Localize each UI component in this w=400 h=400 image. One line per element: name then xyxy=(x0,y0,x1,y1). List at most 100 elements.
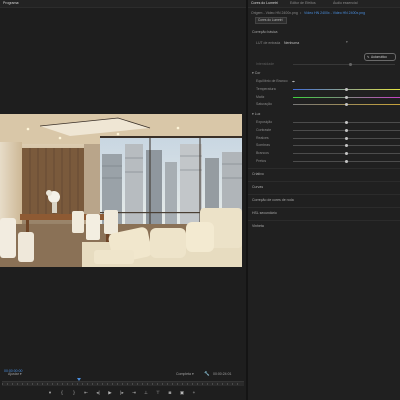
slider-knob[interactable] xyxy=(345,121,348,124)
intensity-knob[interactable] xyxy=(349,63,352,66)
section-divider xyxy=(248,181,400,182)
slider-knob[interactable] xyxy=(345,152,348,156)
mark-out-button[interactable]: } xyxy=(70,389,78,397)
effect-select-box[interactable]: Cores do Lumetri xyxy=(255,17,287,24)
monitor-time-ruler[interactable] xyxy=(2,381,244,386)
monitor-tab-bar: Programa ≡ xyxy=(0,0,246,8)
ruler-tick xyxy=(72,383,73,385)
play-button[interactable]: ▶ xyxy=(106,389,114,397)
ruler-tick xyxy=(167,383,168,385)
slider-knob[interactable] xyxy=(345,136,348,140)
section-header[interactable]: Correção de cores de roda xyxy=(252,198,294,202)
slider-knob[interactable] xyxy=(345,128,348,132)
transport-controls: ▾ {} ⇤ ◂| ▶ |▸ ⇥ ⊥ ⊤ ◙ ▣ + xyxy=(46,389,226,397)
step-forward-button[interactable]: |▸ xyxy=(118,389,126,397)
basic-correction-header[interactable]: Correção básica xyxy=(252,30,277,34)
ruler-tick xyxy=(52,383,53,385)
slider-knob[interactable] xyxy=(345,95,348,99)
ruler-tick xyxy=(177,383,178,385)
ruler-tick xyxy=(17,383,18,385)
ruler-tick xyxy=(12,383,13,385)
fit-value: Ajustar xyxy=(8,371,19,376)
slider-track[interactable] xyxy=(293,88,400,91)
step-back-button[interactable]: ◂| xyxy=(94,389,102,397)
ruler-tick xyxy=(97,383,98,385)
playhead[interactable] xyxy=(77,378,81,381)
ruler-tick xyxy=(2,383,3,385)
slider-label: Pretos xyxy=(256,159,267,163)
eyedropper-icon[interactable]: ✒ xyxy=(292,79,295,84)
ruler-tick xyxy=(7,383,8,385)
ruler-tick xyxy=(102,383,103,385)
wrench-icon[interactable]: 🔧 xyxy=(204,371,210,377)
lumetri-tab-2[interactable]: Áudio essencial xyxy=(333,1,358,5)
add-button[interactable]: + xyxy=(190,389,198,397)
go-to-in-button[interactable]: ⇤ xyxy=(82,389,90,397)
mark-in-button[interactable]: { xyxy=(58,389,66,397)
light-section-header[interactable]: ▾ Luz xyxy=(252,112,260,116)
slider-knob[interactable] xyxy=(345,144,348,148)
go-to-out-button[interactable]: ⇥ xyxy=(130,389,138,397)
lumetri-tab-0[interactable]: Cores do Lumetri xyxy=(251,1,278,5)
section-divider xyxy=(248,194,400,195)
slider-knob[interactable] xyxy=(345,103,348,106)
lut-label: LUT de entrada xyxy=(256,41,281,45)
program-monitor-panel: Programa ≡ 00:00:00:00 Ajustar ▾ Complet… xyxy=(0,0,246,400)
auto-button[interactable]: ✎ Automático xyxy=(364,53,396,61)
breadcrumb-clip[interactable]: Vídeo HN 2400x - Video HN 2400x.png xyxy=(304,11,365,15)
slider-track[interactable] xyxy=(293,160,400,163)
slider-knob[interactable] xyxy=(345,88,348,91)
slider-label: Sombras xyxy=(256,143,271,148)
slider-knob[interactable] xyxy=(345,160,348,163)
export-frame-button[interactable]: ◙ xyxy=(166,389,174,397)
section-header[interactable]: Curvas xyxy=(252,185,263,189)
ruler-tick xyxy=(187,383,188,385)
ruler-tick xyxy=(207,383,208,385)
slider-label: Exposição xyxy=(256,120,273,124)
slider-label: Saturação xyxy=(256,102,272,106)
slider-track[interactable] xyxy=(293,144,400,148)
extract-button[interactable]: ⊤ xyxy=(154,389,162,397)
slider-label: Matiz xyxy=(256,94,265,99)
slider-track[interactable] xyxy=(293,128,400,132)
section-divider xyxy=(248,168,400,169)
wand-icon: ✎ xyxy=(367,54,370,59)
ruler-tick xyxy=(47,383,48,385)
slider-track[interactable] xyxy=(293,152,400,156)
ruler-tick xyxy=(117,383,118,385)
color-section-header[interactable]: ▾ Cor xyxy=(252,71,260,75)
breadcrumb-master[interactable]: Origem - Video HN 2400x.png xyxy=(251,11,298,15)
intensity-slider[interactable] xyxy=(293,63,395,66)
ruler-tick xyxy=(237,383,238,385)
ruler-tick xyxy=(137,383,138,385)
section-header[interactable]: Vinheta xyxy=(252,224,264,228)
slider-track[interactable] xyxy=(293,121,400,124)
comparison-view-button[interactable]: ▣ xyxy=(178,389,186,397)
lift-button[interactable]: ⊥ xyxy=(142,389,150,397)
ruler-tick xyxy=(132,383,133,385)
ruler-tick xyxy=(77,383,78,385)
chevron-down-icon: ▾ xyxy=(346,40,348,44)
section-header[interactable]: HSL secundário xyxy=(252,211,277,215)
ruler-tick xyxy=(37,383,38,385)
video-preview-frame[interactable] xyxy=(0,114,242,267)
lut-value: Nenhuma xyxy=(284,40,300,45)
ruler-tick xyxy=(22,383,23,385)
slider-track[interactable] xyxy=(293,103,400,106)
ruler-tick xyxy=(192,383,193,385)
ruler-tick xyxy=(112,383,113,385)
breadcrumb-separator: • xyxy=(300,11,302,15)
lumetri-tab-1[interactable]: Editor de Efeitos xyxy=(290,1,316,5)
slider-track[interactable] xyxy=(293,95,400,99)
add-marker-button[interactable]: ▾ xyxy=(46,389,54,397)
ruler-tick xyxy=(27,383,28,385)
slider-track[interactable] xyxy=(293,136,400,140)
fit-dropdown[interactable]: Ajustar ▾ xyxy=(8,372,22,376)
hamburger-menu-icon[interactable]: ≡ xyxy=(17,1,19,5)
quality-dropdown[interactable]: Completa ▾ xyxy=(176,372,194,376)
section-header[interactable]: Criativo xyxy=(252,172,264,176)
lut-dropdown[interactable]: Nenhuma ▾ xyxy=(283,40,351,45)
ruler-tick xyxy=(222,383,223,385)
ruler-tick xyxy=(122,383,123,385)
ruler-tick xyxy=(32,383,33,385)
